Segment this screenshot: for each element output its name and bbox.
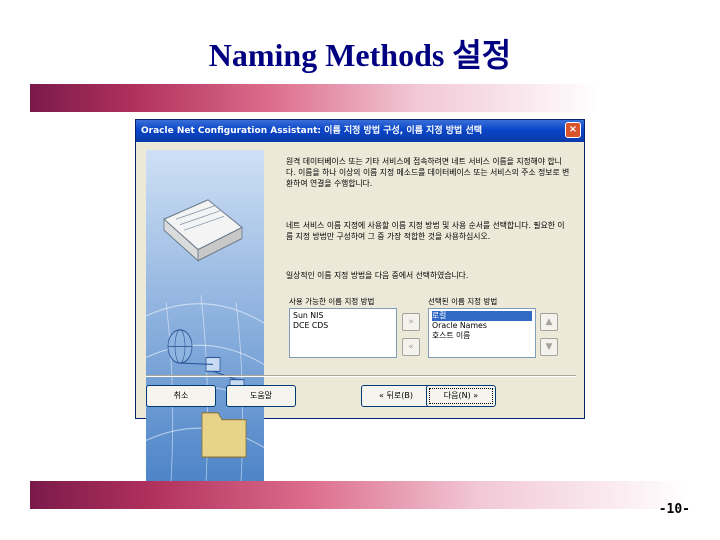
list-item[interactable]: DCE CDS xyxy=(293,321,393,331)
folder-icon xyxy=(201,412,247,458)
close-button[interactable]: × xyxy=(565,122,581,138)
dialog-titlebar[interactable]: Oracle Net Configuration Assistant: 이름 지… xyxy=(136,120,584,142)
cancel-button[interactable]: 취소 xyxy=(146,385,216,407)
globe-icon xyxy=(167,329,193,364)
chevron-left-icon: « xyxy=(408,342,414,352)
arrow-up-icon: ▲ xyxy=(545,317,553,327)
dialog-title: Oracle Net Configuration Assistant: 이름 지… xyxy=(141,126,483,136)
selected-methods-label: 선택된 이름 지정 방법 xyxy=(428,297,498,306)
title-underline-bar xyxy=(30,84,600,112)
chevron-right-icon: » xyxy=(408,317,414,327)
footer-bar xyxy=(30,481,690,509)
move-up-button[interactable]: ▲ xyxy=(540,313,558,331)
oracle-net-config-dialog: Oracle Net Configuration Assistant: 이름 지… xyxy=(135,119,585,482)
wizard-illustration xyxy=(146,150,264,482)
help-button[interactable]: 도움말 xyxy=(226,385,296,407)
back-button[interactable]: « 뒤로(B) xyxy=(361,385,431,407)
remove-method-button[interactable]: « xyxy=(402,338,420,356)
description-paragraph-3: 일상적인 이름 지정 방법을 다음 중에서 선택하였습니다. xyxy=(286,271,469,280)
page-number: -10- xyxy=(658,502,690,517)
available-methods-list[interactable]: Sun NIS DCE CDS xyxy=(289,308,397,358)
list-item[interactable]: 로컬 xyxy=(432,311,532,321)
next-button-label: 다음(N) » xyxy=(429,388,493,404)
description-paragraph-2: 네트 서비스 이름 지정에 사용할 이름 지정 방법 및 사용 순서를 선택합니… xyxy=(286,221,565,241)
arrow-down-icon: ▼ xyxy=(545,342,553,352)
move-down-button[interactable]: ▼ xyxy=(540,338,558,356)
next-button[interactable]: 다음(N) » xyxy=(426,385,496,407)
list-item[interactable]: 호스트 이름 xyxy=(432,331,532,341)
description-paragraph-1: 원격 데이터베이스 또는 기타 서비스에 접속하려면 네트 서비스 이름을 지정… xyxy=(286,157,570,188)
button-separator xyxy=(146,375,576,377)
selected-methods-list[interactable]: 로컬 Oracle Names 호스트 이름 xyxy=(428,308,536,358)
list-item[interactable]: Sun NIS xyxy=(293,311,393,321)
close-icon: × xyxy=(568,124,578,135)
add-method-button[interactable]: » xyxy=(402,313,420,331)
available-methods-label: 사용 가능한 이름 지정 방법 xyxy=(289,297,375,306)
list-item[interactable]: Oracle Names xyxy=(432,321,532,331)
slide-title: Naming Methods 설정 xyxy=(208,37,512,73)
